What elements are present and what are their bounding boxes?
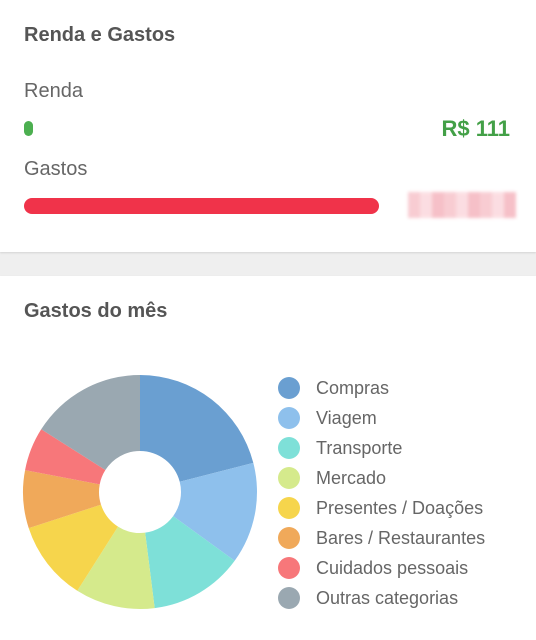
legend-color-dot [278, 527, 300, 549]
legend-label: Mercado [316, 467, 387, 488]
monthly-expenses-card: Gastos do mês Compras Viagem Transporte Mer… [0, 276, 536, 640]
income-expense-card: Renda e Gastos Renda R$ 111 Gastos [0, 0, 536, 252]
legend-label: Compras [316, 377, 390, 398]
legend-label: Outras categorias [316, 587, 459, 608]
legend-item: Presentes / Doações [278, 493, 485, 523]
legend-item: Cuidados pessoais [278, 553, 485, 583]
expenses-donut-chart [22, 375, 257, 609]
legend-label: Presentes / Doações [316, 497, 484, 518]
legend-item: Viagem [278, 403, 485, 433]
expense-value-blurred [408, 192, 516, 218]
legend-color-dot [278, 377, 300, 399]
legend-label: Viagem [316, 407, 377, 428]
legend-label: Bares / Restaurantes [316, 527, 486, 548]
expense-bar [24, 198, 379, 214]
legend-label: Cuidados pessoais [316, 557, 469, 578]
legend-item: Outras categorias [278, 583, 485, 613]
income-bar [24, 121, 33, 136]
income-label: Renda [24, 80, 83, 102]
monthly-expenses-title: Gastos do mês [24, 300, 168, 322]
income-value: R$ 111 [441, 116, 510, 141]
expense-label: Gastos [24, 158, 88, 180]
legend-item: Compras [278, 373, 485, 403]
legend-color-dot [278, 497, 300, 519]
legend-label: Transporte [316, 437, 403, 458]
legend-color-dot [278, 587, 300, 609]
legend-color-dot [278, 437, 300, 459]
legend-color-dot [278, 467, 300, 489]
legend-color-dot [278, 557, 300, 579]
chart-legend: Compras Viagem Transporte Mercado Presentes … [278, 373, 485, 613]
legend-item: Transporte [278, 433, 485, 463]
income-expense-title: Renda e Gastos [24, 24, 176, 46]
legend-item: Mercado [278, 463, 485, 493]
donut-slice-compras [140, 375, 254, 482]
legend-item: Bares / Restaurantes [278, 523, 485, 553]
legend-color-dot [278, 407, 300, 429]
